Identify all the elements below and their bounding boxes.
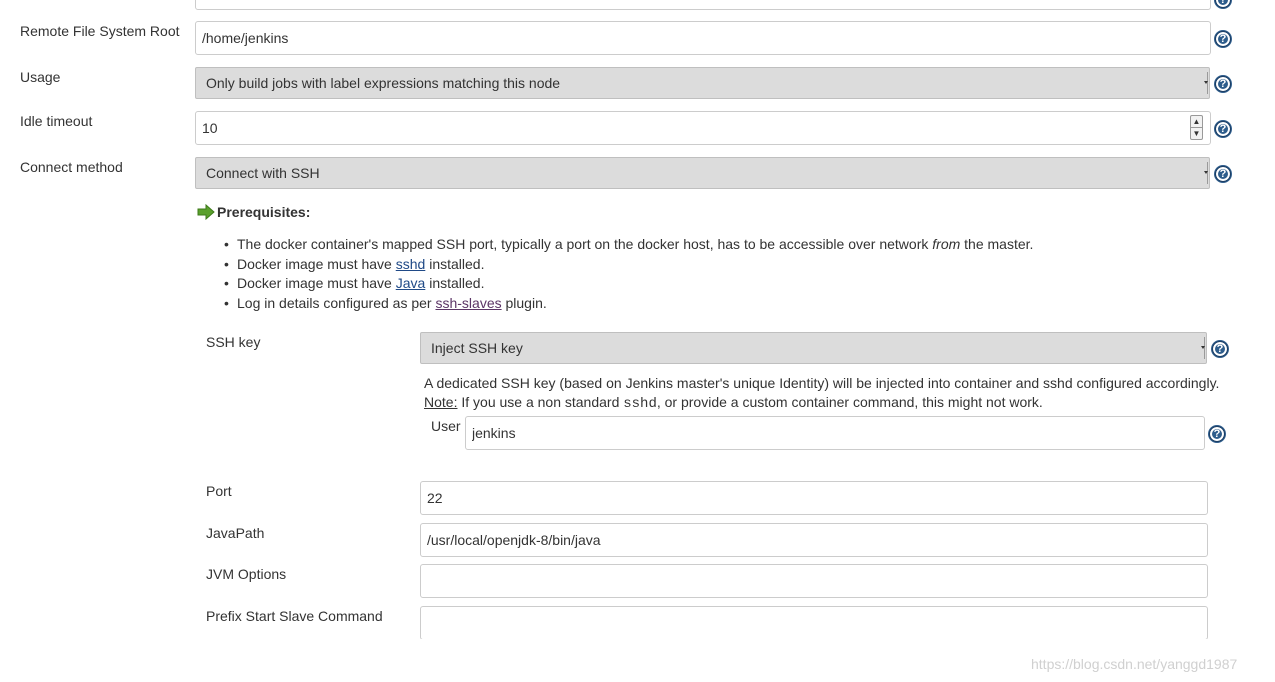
previous-field[interactable] [195, 0, 1211, 10]
connect-method-label: Connect method [20, 159, 123, 175]
user-input[interactable] [465, 416, 1205, 450]
connect-method-selected-value: Connect with SSH [206, 165, 320, 181]
idle-timeout-label: Idle timeout [20, 113, 93, 129]
sshd-link[interactable]: sshd [396, 256, 426, 272]
stepper-up-icon[interactable]: ▲ [1191, 116, 1202, 128]
chevron-down-icon [1204, 171, 1208, 174]
help-icon[interactable]: ? [1209, 426, 1225, 442]
prefix-start-label: Prefix Start Slave Command [206, 608, 383, 624]
list-item: The docker container's mapped SSH port, … [224, 235, 1033, 255]
java-path-input[interactable] [420, 523, 1208, 557]
note-label: Note: [424, 394, 458, 410]
idle-timeout-stepper[interactable]: ▲ ▼ [1190, 115, 1203, 140]
ssh-slaves-link[interactable]: ssh-slaves [435, 295, 501, 311]
jvm-options-input[interactable] [420, 564, 1208, 598]
help-icon[interactable]: ? [1215, 0, 1231, 8]
prerequisites-title: Prerequisites: [217, 204, 311, 220]
prefix-start-clip [420, 606, 1208, 639]
remote-fs-root-label: Remote File System Root [20, 23, 180, 39]
ssh-key-description: A dedicated SSH key (based on Jenkins ma… [424, 375, 1220, 391]
list-item: Docker image must have Java installed. [224, 274, 1033, 294]
java-path-label: JavaPath [206, 525, 265, 541]
help-icon[interactable]: ? [1212, 341, 1228, 357]
user-label: User [431, 418, 461, 434]
ssh-key-note: Note: If you use a non standard sshd, or… [424, 394, 1043, 412]
prefix-start-input[interactable] [420, 606, 1208, 639]
ssh-key-label: SSH key [206, 334, 261, 350]
jvm-options-label: JVM Options [206, 566, 287, 582]
usage-selected-value: Only build jobs with label expressions m… [206, 75, 561, 91]
stepper-down-icon[interactable]: ▼ [1191, 128, 1202, 139]
prerequisites-list: The docker container's mapped SSH port, … [224, 235, 1033, 314]
help-icon[interactable]: ? [1215, 121, 1231, 137]
port-label: Port [206, 483, 232, 499]
ssh-key-selected-value: Inject SSH key [431, 340, 523, 356]
usage-select[interactable]: Only build jobs with label expressions m… [195, 67, 1210, 99]
watermark: https://blog.csdn.net/yanggd1987 [1031, 656, 1238, 672]
remote-fs-root-input[interactable] [195, 21, 1211, 55]
sshd-code: sshd [623, 396, 657, 412]
ssh-key-select[interactable]: Inject SSH key [420, 332, 1207, 364]
idle-timeout-input[interactable] [195, 111, 1211, 145]
help-icon[interactable]: ? [1215, 76, 1231, 92]
java-link[interactable]: Java [396, 275, 426, 291]
list-item: Log in details configured as per ssh-sla… [224, 294, 1033, 314]
help-icon[interactable]: ? [1215, 166, 1231, 182]
list-item: Docker image must have sshd installed. [224, 255, 1033, 275]
chevron-down-icon [1204, 81, 1208, 84]
usage-label: Usage [20, 69, 61, 85]
green-arrow-icon [197, 204, 215, 220]
chevron-down-icon [1201, 346, 1205, 349]
port-input[interactable] [420, 481, 1208, 515]
connect-method-select[interactable]: Connect with SSH [195, 157, 1210, 189]
help-icon[interactable]: ? [1215, 31, 1231, 47]
